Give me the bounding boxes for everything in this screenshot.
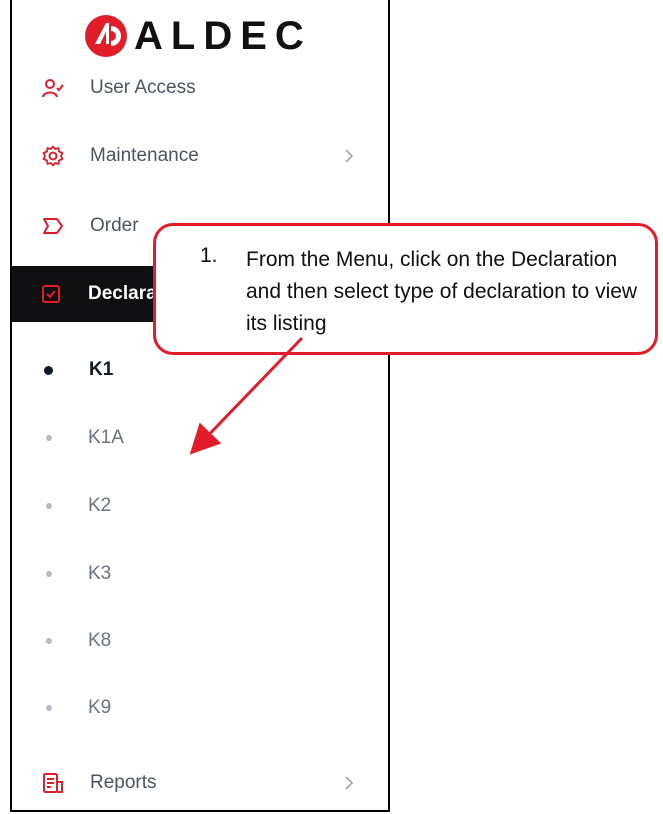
callout-text: From the Menu, click on the Declaration …	[246, 248, 638, 335]
sidebar-item-maintenance[interactable]: Maintenance	[24, 128, 378, 184]
declaration-type-label: K3	[88, 563, 112, 584]
bullet-dot-icon	[46, 503, 52, 509]
brand-logo-header[interactable]: ALDEC	[84, 10, 312, 62]
bullet-dot-icon	[46, 571, 52, 577]
sidebar-panel: ALDEC User Access ALDEC Mai	[10, 0, 390, 812]
sidebar-item-reports[interactable]: Reports	[24, 755, 378, 810]
user-access-icon	[42, 77, 64, 99]
sidebar-item-label: Order	[90, 215, 139, 236]
bullet-dot-icon	[46, 435, 52, 441]
bullet-dot-icon	[46, 705, 52, 711]
aldec-logo-icon	[85, 15, 127, 57]
sidebar-item-label: Maintenance	[90, 145, 199, 166]
reports-icon	[42, 772, 64, 794]
bullet-dot-icon	[46, 638, 52, 644]
chevron-right-icon	[345, 149, 354, 163]
declaration-type-k2[interactable]: K2	[32, 486, 372, 526]
order-tag-icon	[42, 215, 64, 237]
declaration-type-k1[interactable]: K1	[32, 350, 372, 390]
declaration-type-label: K8	[88, 630, 112, 651]
sidebar-item-label: User Access	[90, 77, 196, 98]
declaration-check-icon	[40, 283, 62, 305]
sidebar-item-label: Reports	[90, 772, 157, 793]
gear-icon	[42, 145, 64, 167]
declaration-type-k8[interactable]: K8	[32, 621, 372, 661]
declaration-type-label: K1	[89, 359, 114, 380]
declaration-type-k3[interactable]: K3	[32, 554, 372, 594]
chevron-right-icon	[345, 776, 354, 790]
declaration-type-label: K9	[88, 697, 112, 718]
bullet-dot-icon	[44, 365, 53, 375]
declaration-type-label: K2	[88, 495, 112, 516]
declaration-type-k1a[interactable]: K1A	[32, 418, 372, 458]
callout-step-number: 1.	[200, 244, 218, 267]
declaration-type-label: K1A	[88, 427, 124, 448]
brand-name: ALDEC	[134, 14, 312, 58]
declaration-type-k9[interactable]: K9	[32, 688, 372, 728]
sidebar-item-label: Declarat	[88, 283, 163, 304]
instruction-callout: 1. From the Menu, click on the Declarati…	[153, 223, 658, 355]
